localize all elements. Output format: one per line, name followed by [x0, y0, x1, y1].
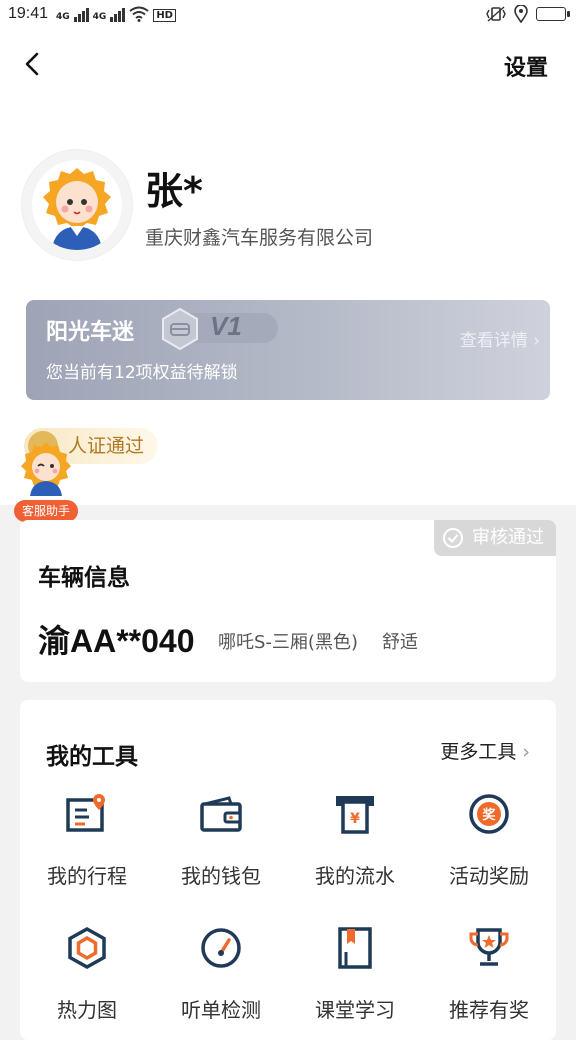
- tool-classroom-learning[interactable]: 课堂学习: [288, 926, 422, 1036]
- tools-card: 我的工具 更多工具 › 我的行程 我的钱包 ¥ 我的流水 奖 活动奖励 热力图 …: [20, 700, 556, 1040]
- service-type: 舒适: [382, 632, 418, 653]
- tool-label: 我的行程: [47, 864, 127, 888]
- assistant-mascot-icon: [21, 442, 71, 496]
- back-arrow-icon[interactable]: [18, 46, 48, 82]
- wifi-icon: [129, 6, 149, 22]
- settings-button[interactable]: 设置: [504, 50, 548, 82]
- status-time: 19:41: [8, 5, 49, 22]
- tool-label: 课堂学习: [315, 998, 395, 1022]
- mascot-icon: [43, 168, 111, 250]
- signal-icon-2: [110, 8, 126, 22]
- membership-title: 阳光车迷: [46, 320, 135, 345]
- avatar-image: [32, 160, 122, 250]
- tool-referral-rewards[interactable]: 推荐有奖: [422, 926, 556, 1036]
- gauge-icon: [201, 928, 241, 968]
- vehicle-heading: 车辆信息: [38, 565, 130, 591]
- certification-label: 人证通过: [68, 435, 145, 457]
- vibrate-icon: [486, 6, 506, 22]
- level-text: V1: [210, 311, 242, 341]
- trophy-icon: [469, 928, 509, 966]
- wallet-icon: [200, 796, 242, 832]
- location-icon: [514, 5, 528, 23]
- tool-my-trips[interactable]: 我的行程: [20, 792, 154, 902]
- level-badge: V1: [158, 307, 282, 351]
- view-details-link[interactable]: 查看详情 ›: [460, 326, 540, 351]
- status-right: [486, 5, 570, 23]
- tool-heatmap[interactable]: 热力图: [20, 926, 154, 1036]
- tool-label: 热力图: [57, 998, 117, 1022]
- battery-icon: [536, 7, 570, 21]
- membership-description: 您当前有12项权益待解锁: [46, 363, 238, 383]
- tool-order-detection[interactable]: 听单检测: [154, 926, 288, 1036]
- svg-text:奖: 奖: [482, 807, 496, 823]
- tool-label: 我的钱包: [181, 864, 261, 888]
- hd-icon: HD: [153, 9, 176, 22]
- check-circle-icon: [443, 528, 463, 548]
- tool-label: 听单检测: [181, 998, 261, 1022]
- audit-status-badge: 审核通过: [434, 520, 556, 556]
- heatmap-icon: [68, 926, 106, 970]
- user-name: 张*: [145, 169, 203, 213]
- signal-indicators: 4G 4G HD: [56, 6, 176, 22]
- tools-heading: 我的工具: [46, 744, 138, 770]
- book-icon: [338, 927, 372, 969]
- tool-label: 我的流水: [315, 864, 395, 888]
- assistant-label: 客服助手: [14, 500, 78, 522]
- transactions-icon: ¥: [336, 796, 374, 834]
- vehicle-model: 哪吒S-三厢(黑色): [218, 632, 358, 653]
- reward-icon: 奖: [469, 794, 509, 834]
- more-tools-link[interactable]: 更多工具 ›: [440, 737, 530, 764]
- vehicle-info-card[interactable]: 审核通过 车辆信息 渝AA**040 哪吒S-三厢(黑色) 舒适: [20, 520, 556, 682]
- status-bar: 19:41 4G 4G HD: [0, 0, 576, 30]
- tool-label: 推荐有奖: [449, 998, 529, 1022]
- chevron-right-icon: ›: [522, 741, 530, 763]
- signal-icon: [73, 8, 89, 22]
- car-shield-icon: [162, 307, 198, 351]
- tool-activity-rewards[interactable]: 奖 活动奖励: [422, 792, 556, 902]
- tool-label: 活动奖励: [449, 864, 529, 888]
- customer-service-assistant[interactable]: 客服助手: [14, 440, 78, 522]
- avatar[interactable]: [22, 150, 132, 260]
- tool-my-transactions[interactable]: ¥ 我的流水: [288, 792, 422, 902]
- membership-card[interactable]: 阳光车迷 V1 您当前有12项权益待解锁 查看详情 ›: [26, 300, 550, 400]
- svg-text:¥: ¥: [350, 811, 360, 827]
- company-name: 重庆财鑫汽车服务有限公司: [145, 227, 374, 249]
- trip-icon: [66, 794, 105, 832]
- license-plate: 渝AA**040: [38, 623, 195, 659]
- tool-my-wallet[interactable]: 我的钱包: [154, 792, 288, 902]
- audit-status-text: 审核通过: [472, 527, 544, 548]
